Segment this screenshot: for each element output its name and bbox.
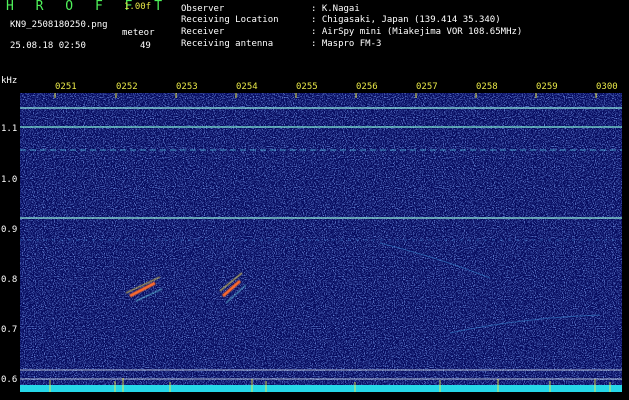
info-value-observer: : K.Nagai [311, 4, 360, 14]
y-tick-0-8: 0.8 [1, 275, 18, 285]
x-tick-0258: 0258 [476, 82, 498, 92]
y-unit-label: kHz [1, 76, 18, 86]
info-key-receiver: Receiver [181, 27, 225, 37]
info-key-antenna: Receiving antenna [181, 39, 274, 49]
meteor-label: meteor [122, 28, 155, 38]
y-tick-0-6: 0.6 [1, 375, 18, 385]
x-tick-0300: 0300 [596, 82, 618, 92]
y-tick-0-7: 0.7 [1, 325, 18, 335]
info-value-antenna: : Maspro FM-3 [311, 39, 382, 49]
x-tick-0257: 0257 [416, 82, 438, 92]
meteor-count: 49 [140, 41, 151, 51]
info-value-location: : Chigasaki, Japan (139.414 35.340) [311, 15, 501, 25]
plot-noise [20, 93, 622, 392]
file-name: KN9_2508180250.png [10, 20, 108, 30]
x-tick-0256: 0256 [356, 82, 378, 92]
y-tick-1-0: 1.0 [1, 175, 18, 185]
info-value-receiver: : AirSpy mini (Miakejima VOR 108.65MHz) [311, 27, 523, 37]
header-panel: H R O F F T 1.00f KN9_2508180250.png met… [0, 0, 629, 72]
x-tick-0252: 0252 [116, 82, 138, 92]
bottom-band [20, 385, 622, 392]
date-time: 25.08.18 02:50 [10, 41, 86, 51]
version-label: 1.00f [124, 2, 152, 12]
x-tick-0253: 0253 [176, 82, 198, 92]
x-tick-0259: 0259 [536, 82, 558, 92]
info-key-location: Receiving Location [181, 15, 279, 25]
y-tick-0-9: 0.9 [1, 225, 18, 235]
x-tick-0251: 0251 [55, 82, 77, 92]
spectrogram-plot [20, 93, 622, 392]
y-tick-1-1: 1.1 [1, 124, 18, 134]
spectrogram-graphic [20, 93, 622, 392]
x-tick-0255: 0255 [296, 82, 318, 92]
info-key-observer: Observer [181, 4, 225, 14]
x-tick-0254: 0254 [236, 82, 258, 92]
